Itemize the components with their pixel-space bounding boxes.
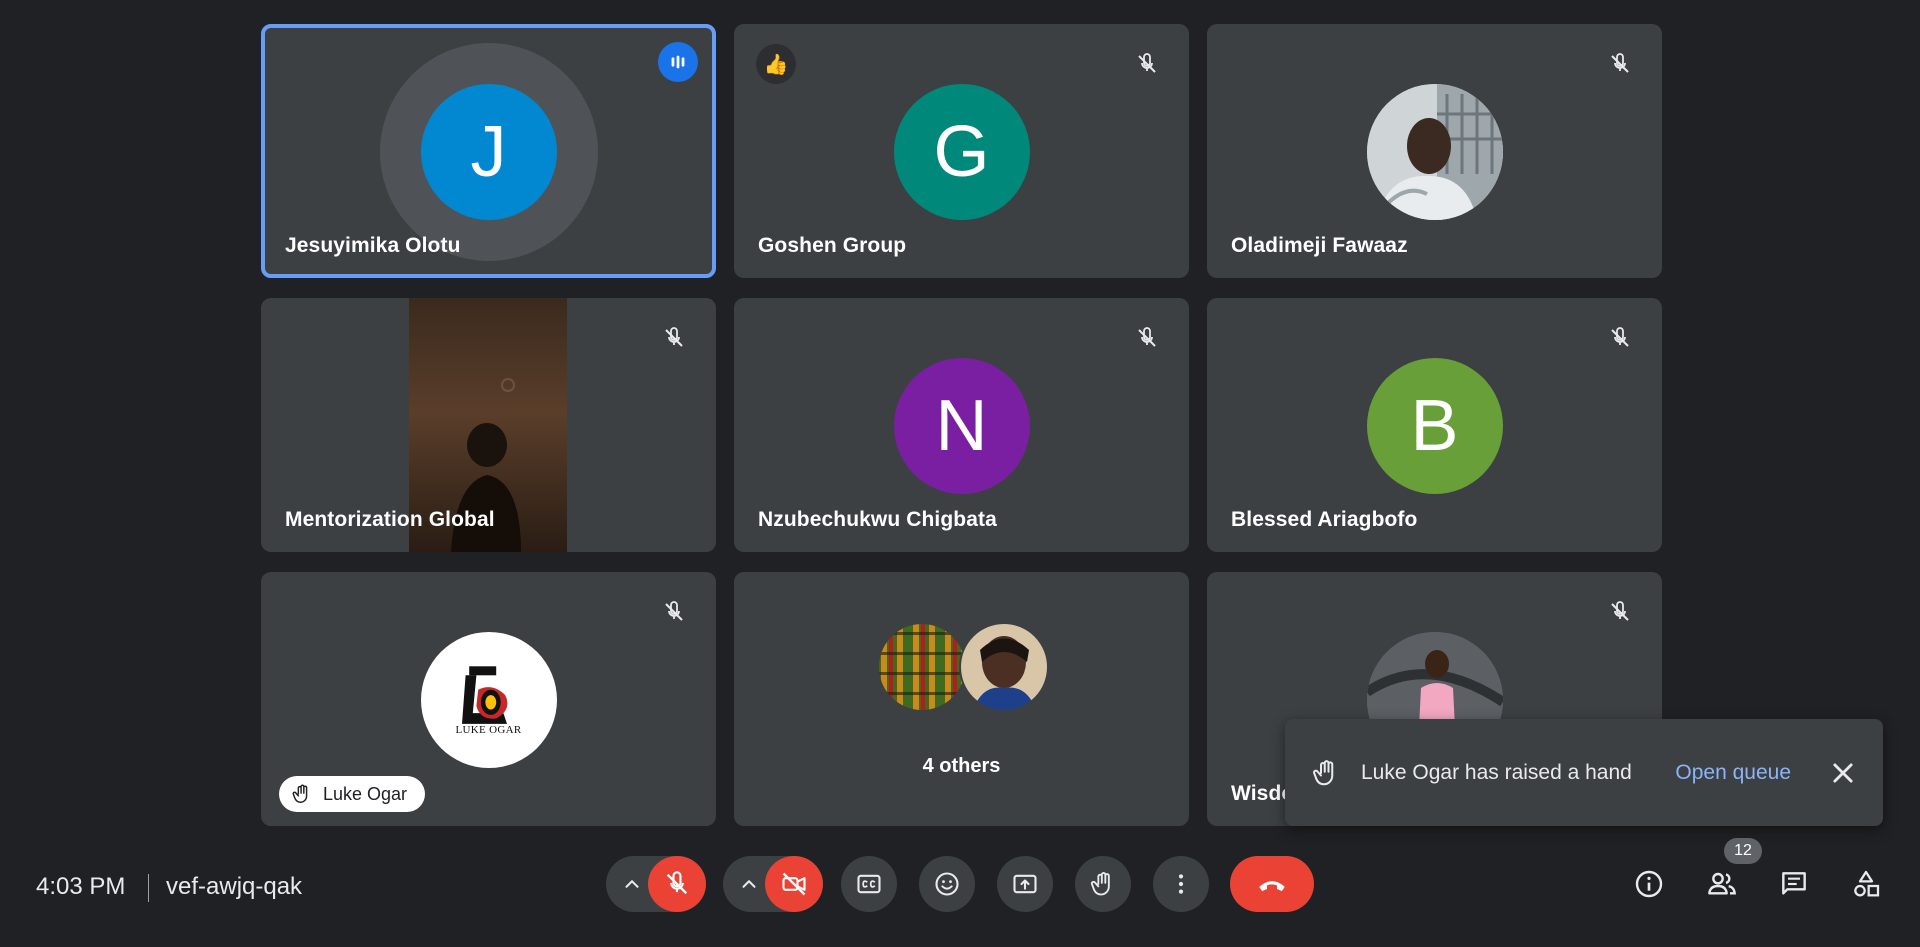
captions-icon	[857, 874, 881, 894]
video-controls	[723, 856, 823, 912]
chevron-up-icon[interactable]	[618, 870, 646, 898]
others-avatar-stack	[877, 622, 1052, 712]
present-screen-button[interactable]	[997, 856, 1053, 912]
participant-tile-nzubechukwu[interactable]: N Nzubechukwu Chigbata	[734, 298, 1189, 552]
participant-tile-blessed[interactable]: B Blessed Ariagbofo	[1207, 298, 1662, 552]
thumbs-up-reaction-icon: 👍	[756, 44, 796, 84]
participant-tile-luke[interactable]: LUKE OGAR Luke Ogar	[261, 572, 716, 826]
participant-tile-jesuyimika[interactable]: J Jesuyimika Olotu	[261, 24, 716, 278]
mic-off-icon	[654, 592, 694, 632]
camera-off-icon	[782, 872, 806, 896]
raised-hand-notification: Luke Ogar has raised a hand Open queue	[1285, 719, 1883, 826]
info-icon	[1635, 870, 1663, 898]
lamp-logo-icon	[461, 666, 507, 724]
emoji-icon	[935, 872, 959, 896]
people-count-badge: 12	[1724, 838, 1762, 864]
person-silhouette	[451, 423, 521, 552]
luke-ogar-logo: LUKE OGAR	[420, 632, 557, 768]
participant-name: Nzubechukwu Chigbata	[758, 508, 997, 531]
clock: 4:03 PM	[36, 873, 126, 900]
reactions-button[interactable]	[919, 856, 975, 912]
avatar: B	[1366, 358, 1503, 494]
notification-message: Luke Ogar has raised a hand	[1361, 760, 1632, 784]
raised-hand-icon	[1313, 759, 1334, 785]
wall-detail	[501, 378, 515, 392]
mic-off-icon	[666, 871, 688, 895]
participant-name: Luke Ogar	[323, 783, 408, 804]
participant-name: Mentorization Global	[285, 508, 495, 531]
participant-name: Goshen Group	[758, 234, 907, 257]
mic-toggle-button[interactable]	[648, 856, 706, 912]
raised-hand-chip: Luke Ogar	[279, 776, 426, 812]
participant-name: Jesuyimika Olotu	[285, 234, 461, 257]
participant-name: Oladimeji Fawaaz	[1231, 234, 1408, 257]
mic-off-icon	[1600, 592, 1640, 632]
close-icon[interactable]	[1827, 757, 1859, 789]
leave-call-button[interactable]	[1230, 856, 1314, 912]
activities-button[interactable]	[1844, 862, 1888, 906]
raised-hand-icon	[292, 784, 308, 803]
mic-off-icon	[1127, 318, 1167, 358]
meeting-code: vef-awjq-qak	[166, 873, 303, 900]
avatar: J	[420, 84, 557, 220]
people-button[interactable]	[1700, 862, 1744, 906]
participant-tile-oladimeji[interactable]: Oladimeji Fawaaz	[1207, 24, 1662, 278]
present-screen-icon	[1013, 874, 1037, 894]
people-icon	[1708, 872, 1736, 895]
captions-button[interactable]	[841, 856, 897, 912]
participant-tile-others[interactable]: 4 others	[734, 572, 1189, 826]
chevron-up-icon[interactable]	[735, 870, 763, 898]
speaking-indicator-icon	[658, 42, 698, 82]
meeting-controls-bar: 4:03 PM vef-awjq-qak 12	[0, 830, 1920, 947]
chat-button[interactable]	[1772, 862, 1816, 906]
hang-up-icon	[1259, 881, 1285, 892]
others-count-label: 4 others	[922, 755, 1001, 777]
divider	[148, 874, 149, 902]
raised-hand-icon	[1090, 872, 1110, 896]
logo-wordmark: LUKE OGAR	[455, 724, 522, 736]
mic-off-icon	[1600, 318, 1640, 358]
audio-controls	[606, 856, 706, 912]
open-queue-link[interactable]: Open queue	[1675, 761, 1791, 785]
meeting-stage: J Jesuyimika Olotu 👍 G Goshen Group Olad…	[0, 0, 1920, 947]
chat-icon	[1782, 872, 1806, 895]
more-vert-icon	[1178, 874, 1184, 894]
participant-name: Blessed Ariagbofo	[1231, 508, 1418, 531]
meeting-details-button[interactable]	[1627, 862, 1671, 906]
participant-tile-goshen[interactable]: 👍 G Goshen Group	[734, 24, 1189, 278]
mic-off-icon	[1600, 44, 1640, 84]
camera-toggle-button[interactable]	[765, 856, 823, 912]
raise-hand-button[interactable]	[1075, 856, 1131, 912]
more-options-button[interactable]	[1153, 856, 1209, 912]
mic-off-icon	[1127, 44, 1167, 84]
avatar: G	[893, 84, 1030, 220]
activities-icon	[1854, 870, 1880, 897]
mic-off-icon	[654, 318, 694, 358]
participant-tile-mentorization[interactable]: Mentorization Global	[261, 298, 716, 552]
profile-photo	[1366, 84, 1503, 220]
avatar: N	[893, 358, 1030, 494]
